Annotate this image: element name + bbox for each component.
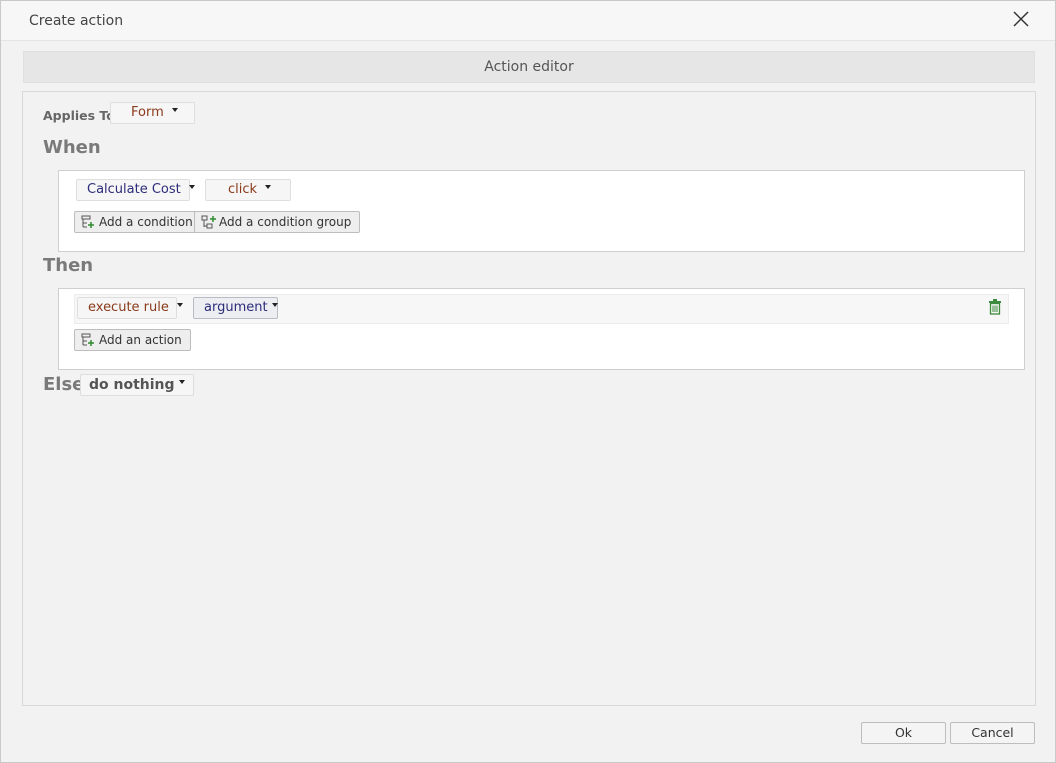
chevron-down-icon — [171, 107, 178, 112]
action-row: execute rule argument — [74, 294, 1009, 324]
applies-to-label: Applies To — [43, 108, 115, 123]
event-dropdown[interactable]: click — [205, 179, 291, 201]
argument-dropdown[interactable]: argument — [193, 297, 278, 319]
control-value: Calculate Cost — [87, 182, 181, 197]
applies-to-dropdown[interactable]: Form — [110, 102, 195, 124]
add-condition-group-icon — [201, 215, 216, 229]
dialog-titlebar: Create action — [1, 1, 1055, 41]
event-value: click — [228, 182, 258, 197]
ok-button[interactable]: Ok — [861, 722, 946, 744]
chevron-down-icon — [176, 302, 183, 307]
trash-icon[interactable] — [988, 299, 1002, 319]
when-box: Calculate Cost click Add a condition Add… — [58, 170, 1025, 252]
when-title: When — [43, 137, 101, 158]
add-condition-group-label: Add a condition group — [219, 215, 352, 229]
chevron-down-icon — [188, 184, 195, 189]
else-value: do nothing — [89, 377, 175, 393]
applies-to-value: Form — [131, 105, 164, 120]
chevron-down-icon — [178, 380, 185, 384]
action-type-dropdown[interactable]: execute rule — [77, 297, 183, 319]
add-condition-label: Add a condition — [99, 215, 193, 229]
action-editor-panel: Applies To Form When Calculate Cost clic… — [22, 91, 1036, 706]
action-editor-header: Action editor — [23, 51, 1035, 83]
add-condition-button[interactable]: Add a condition — [74, 211, 202, 233]
create-action-dialog: Create action Action editor Applies To F… — [0, 0, 1056, 763]
then-box: execute rule argument Add an action — [58, 288, 1025, 370]
cancel-button[interactable]: Cancel — [950, 722, 1035, 744]
chevron-down-icon — [271, 302, 278, 307]
action-type-value: execute rule — [88, 300, 169, 315]
add-condition-group-button[interactable]: Add a condition group — [194, 211, 361, 233]
add-condition-icon — [81, 215, 94, 228]
control-dropdown[interactable]: Calculate Cost — [76, 179, 195, 201]
else-title: Else — [43, 374, 85, 395]
dialog-title: Create action — [29, 13, 124, 29]
add-action-label: Add an action — [99, 333, 182, 347]
add-action-icon — [81, 333, 94, 346]
else-dropdown[interactable]: do nothing — [80, 374, 194, 396]
argument-value: argument — [204, 300, 268, 315]
chevron-down-icon — [265, 184, 272, 189]
close-icon[interactable] — [1009, 8, 1033, 32]
then-title: Then — [43, 255, 94, 276]
add-action-button[interactable]: Add an action — [74, 329, 191, 351]
